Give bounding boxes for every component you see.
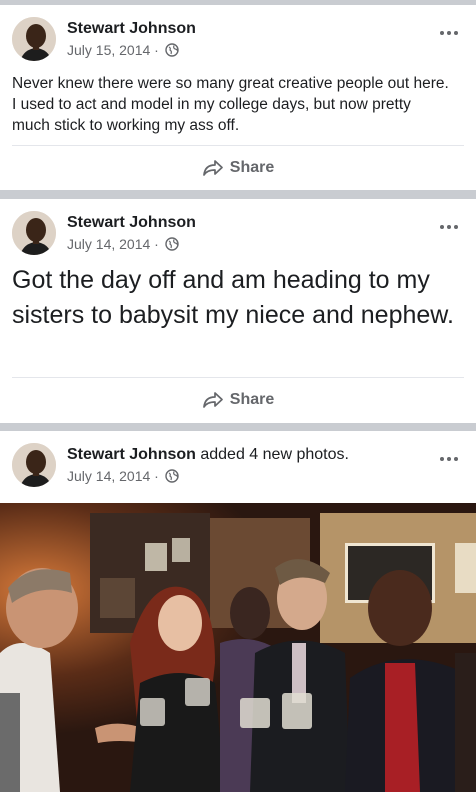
share-button[interactable]: Share [0, 385, 476, 415]
post-date[interactable]: July 14, 2014 · [67, 236, 159, 252]
share-arrow-icon [202, 392, 223, 408]
post-meta: July 14, 2014 · [67, 468, 179, 484]
author-name[interactable]: Stewart Johnson [67, 214, 196, 232]
author-name[interactable]: Stewart Johnson added 4 new photos. [67, 446, 349, 464]
avatar[interactable] [12, 211, 56, 255]
more-options-icon[interactable] [438, 27, 460, 39]
divider [12, 377, 464, 378]
author-name[interactable]: Stewart Johnson [67, 20, 196, 38]
author-name-text[interactable]: Stewart Johnson [67, 446, 196, 463]
share-arrow-icon [202, 160, 223, 176]
share-button[interactable]: Share [0, 153, 476, 183]
globe-icon [165, 469, 179, 483]
divider [12, 145, 464, 146]
post-text: Never knew there were so many great crea… [12, 75, 449, 134]
avatar[interactable] [12, 17, 56, 61]
post-header: Stewart Johnson July 15, 2014 · [12, 17, 464, 61]
globe-icon [165, 43, 179, 57]
globe-icon [165, 237, 179, 251]
post-header: Stewart Johnson added 4 new photos. July… [12, 443, 464, 487]
post-card-1: Stewart Johnson July 15, 2014 · Never kn… [0, 5, 476, 190]
post-meta: July 14, 2014 · [67, 236, 179, 252]
post-card-2: Stewart Johnson July 14, 2014 · Got the … [0, 199, 476, 423]
avatar[interactable] [12, 443, 56, 487]
post-photo[interactable] [0, 503, 476, 792]
post-header: Stewart Johnson July 14, 2014 · [12, 211, 464, 255]
post-action-text: added 4 new photos. [200, 446, 349, 463]
more-options-icon[interactable] [438, 221, 460, 233]
share-label: Share [229, 159, 275, 176]
group-photo-image [0, 503, 476, 792]
post-date[interactable]: July 15, 2014 · [67, 42, 159, 58]
more-options-icon[interactable] [438, 453, 460, 465]
share-label: Share [229, 391, 275, 408]
post-text: Got the day off and am heading to my sis… [12, 266, 454, 329]
post-meta: July 15, 2014 · [67, 42, 179, 58]
post-card-3: Stewart Johnson added 4 new photos. July… [0, 431, 476, 792]
post-date[interactable]: July 14, 2014 · [67, 468, 159, 484]
